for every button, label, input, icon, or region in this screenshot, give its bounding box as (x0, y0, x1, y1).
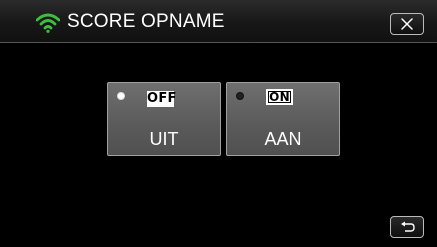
radio-indicator-selected (117, 92, 125, 100)
on-badge: ON (266, 89, 293, 105)
radio-indicator-unselected (236, 92, 244, 100)
page-title: SCORE OPNAME (67, 11, 225, 32)
option-off-label: UIT (149, 129, 179, 149)
back-button[interactable] (390, 216, 424, 238)
close-button[interactable] (390, 13, 424, 35)
option-on-button[interactable]: ON AAN (226, 82, 340, 156)
option-off-button[interactable]: OFF UIT (107, 82, 221, 156)
header-bar: SCORE OPNAME (0, 0, 437, 43)
close-icon (401, 18, 413, 30)
option-on-label: AAN (264, 129, 302, 149)
wifi-icon (35, 13, 61, 33)
screen: SCORE OPNAME OFF UIT ON AAN (0, 0, 437, 247)
off-badge: OFF (147, 91, 177, 107)
return-icon (401, 221, 415, 232)
